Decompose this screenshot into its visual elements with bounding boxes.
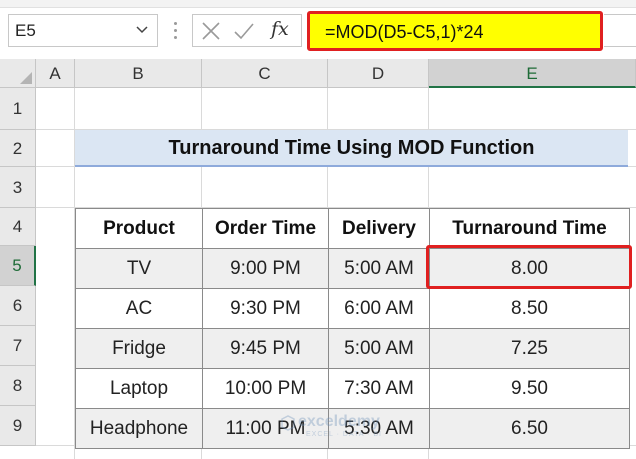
header-delivery[interactable]: Delivery — [328, 208, 430, 249]
row-header-8[interactable]: 8 — [0, 366, 36, 406]
cell-product[interactable]: TV — [75, 248, 203, 289]
cell-order-time[interactable]: 9:30 PM — [202, 288, 329, 329]
select-all-button[interactable] — [0, 59, 36, 88]
chevron-down-icon[interactable] — [135, 22, 149, 36]
cancel-icon[interactable] — [200, 20, 222, 42]
table-row: Laptop 10:00 PM 7:30 AM 9.50 — [75, 368, 630, 409]
header-turnaround-time[interactable]: Turnaround Time — [429, 208, 630, 249]
table-row: Fridge 9:45 PM 5:00 AM 7.25 — [75, 328, 630, 369]
ribbon-edge — [0, 0, 636, 8]
cell-order-time[interactable]: 9:00 PM — [202, 248, 329, 289]
table-row: AC 9:30 PM 6:00 AM 8.50 — [75, 288, 630, 329]
column-header-a[interactable]: A — [36, 59, 75, 88]
table-header-row: Product Order Time Delivery Turnaround T… — [75, 208, 630, 249]
cell-turnaround[interactable]: 7.25 — [429, 328, 630, 369]
row-header-9[interactable]: 9 — [0, 406, 36, 446]
column-header-b[interactable]: B — [75, 59, 202, 88]
worksheet-grid: A B C D E 1 2 3 4 5 6 7 8 9 Turnaround T… — [0, 59, 636, 459]
name-box[interactable]: E5 — [8, 14, 158, 47]
row-header-3[interactable]: 3 — [0, 167, 36, 208]
cell-turnaround[interactable]: 8.00 — [429, 248, 630, 289]
row-header-1[interactable]: 1 — [0, 88, 36, 130]
formula-bar-extension[interactable] — [604, 14, 636, 47]
column-header-d[interactable]: D — [328, 59, 429, 88]
table-row: TV 9:00 PM 5:00 AM 8.00 — [75, 248, 630, 289]
cell-delivery[interactable]: 6:00 AM — [328, 288, 430, 329]
row-header-7[interactable]: 7 — [0, 326, 36, 366]
row-header-5[interactable]: 5 — [0, 246, 36, 286]
exceldemy-watermark: exceldemy EXCEL · DATA · BI — [280, 413, 410, 443]
row-header-4[interactable]: 4 — [0, 208, 36, 246]
cell-delivery[interactable]: 5:00 AM — [328, 328, 430, 369]
checkmark-icon[interactable] — [233, 20, 255, 42]
formula-buttons: fx — [192, 14, 302, 47]
cell-delivery[interactable]: 5:00 AM — [328, 248, 430, 289]
watermark-tagline: EXCEL · DATA · BI — [306, 431, 382, 438]
name-box-value: E5 — [15, 21, 36, 40]
cell-product[interactable]: Headphone — [75, 408, 203, 449]
cell-turnaround[interactable]: 9.50 — [429, 368, 630, 409]
formula-bar-area: E5 fx =MOD(D5-C5,1)*24 — [0, 0, 636, 59]
header-product[interactable]: Product — [75, 208, 203, 249]
cell-turnaround[interactable]: 8.50 — [429, 288, 630, 329]
cell-product[interactable]: Laptop — [75, 368, 203, 409]
formula-input[interactable]: =MOD(D5-C5,1)*24 — [307, 11, 603, 51]
cell-delivery[interactable]: 7:30 AM — [328, 368, 430, 409]
cell-order-time[interactable]: 10:00 PM — [202, 368, 329, 409]
cell-product[interactable]: Fridge — [75, 328, 203, 369]
cell-product[interactable]: AC — [75, 288, 203, 329]
formula-text: =MOD(D5-C5,1)*24 — [325, 22, 484, 42]
insert-function-icon[interactable]: fx — [271, 18, 297, 40]
row-header-6[interactable]: 6 — [0, 286, 36, 326]
cell-turnaround[interactable]: 6.50 — [429, 408, 630, 449]
column-header-c[interactable]: C — [202, 59, 328, 88]
row-header-2[interactable]: 2 — [0, 130, 36, 167]
watermark-logo-icon — [281, 415, 295, 431]
watermark-name: exceldemy — [298, 413, 380, 430]
header-order-time[interactable]: Order Time — [202, 208, 329, 249]
cell-order-time[interactable]: 9:45 PM — [202, 328, 329, 369]
splitter-handle-icon[interactable] — [172, 18, 178, 44]
sheet-title-cell[interactable]: Turnaround Time Using MOD Function — [75, 130, 628, 167]
select-all-triangle-icon — [20, 72, 32, 84]
column-header-e[interactable]: E — [429, 59, 636, 88]
